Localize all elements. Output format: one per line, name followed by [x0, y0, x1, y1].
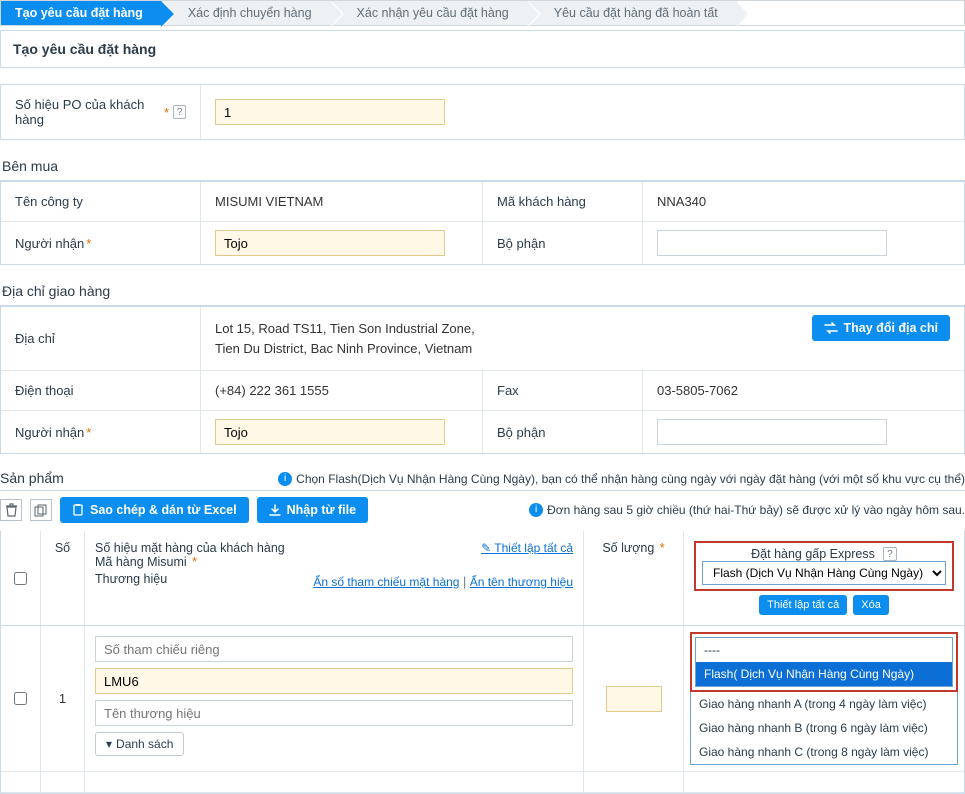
ship-department-input[interactable]: [657, 419, 887, 445]
customer-code-label: Mã khách hàng: [483, 182, 643, 221]
products-heading: Sản phẩm: [0, 470, 64, 486]
ship-department-label: Bộ phận: [483, 411, 643, 453]
buyer-heading: Bên mua: [0, 140, 965, 181]
express-option-a[interactable]: Giao hàng nhanh A (trong 4 ngày làm việc…: [691, 692, 957, 716]
set-all-reference-link[interactable]: ✎ Thiết lập tất cả: [481, 541, 573, 555]
select-all-checkbox[interactable]: [14, 572, 27, 585]
po-section: Số hiệu PO của khách hàng * ?: [0, 84, 965, 140]
po-label: Số hiệu PO của khách hàng * ?: [1, 85, 201, 139]
po-input[interactable]: [215, 99, 445, 125]
products-info-2: i Đơn hàng sau 5 giờ chiều (thứ hai-Thứ …: [529, 503, 965, 517]
hide-brand-link[interactable]: Ẩn tên thương hiệu: [470, 575, 573, 589]
express-option-flash[interactable]: Flash( Dịch Vụ Nhận Hàng Cùng Ngày): [696, 662, 952, 686]
step-define-shipping[interactable]: Xác định chuyển hàng: [162, 1, 331, 25]
copy-icon: [34, 504, 48, 517]
change-address-button[interactable]: Thay đổi địa chỉ: [812, 315, 950, 341]
required-marker: *: [164, 105, 169, 120]
products-info-1: i Chọn Flash(Dịch Vụ Nhận Hàng Cùng Ngày…: [278, 472, 965, 486]
hide-reference-link[interactable]: Ẩn số tham chiếu mặt hàng: [313, 575, 459, 589]
step-order-complete[interactable]: Yêu cầu đặt hàng đã hoàn tất: [528, 1, 737, 25]
info-icon: i: [278, 472, 292, 486]
brand-input[interactable]: [95, 700, 573, 726]
quantity-input[interactable]: [606, 686, 662, 712]
buyer-section: Tên công ty MISUMI VIETNAM Mã khách hàng…: [0, 181, 965, 265]
fax-label: Fax: [483, 371, 643, 410]
col-express-header: Đặt hàng gấp Express ? Flash (Dịch Vụ Nh…: [684, 531, 964, 625]
pencil-icon: ✎: [481, 541, 494, 555]
buyer-recipient-label: Người nhận *: [1, 222, 201, 264]
col-no-header: Số: [41, 531, 85, 625]
express-option-c[interactable]: Giao hàng nhanh C (trong 8 ngày làm việc…: [691, 740, 957, 764]
buyer-department-input[interactable]: [657, 230, 887, 256]
products-table: Số Số hiệu mặt hàng của khách hàng ✎ Thi…: [0, 531, 965, 794]
help-icon[interactable]: ?: [173, 105, 186, 119]
express-row-dropdown-open[interactable]: ---- Flash( Dịch Vụ Nhận Hàng Cùng Ngày): [695, 637, 953, 687]
buyer-department-label: Bộ phận: [483, 222, 643, 264]
swap-icon: [824, 322, 838, 334]
row-select-checkbox[interactable]: [14, 692, 27, 705]
customer-reference-input[interactable]: [95, 636, 573, 662]
brand-list-button[interactable]: ▾ Danh sách: [95, 732, 184, 756]
page-title: Tạo yêu cầu đặt hàng: [0, 30, 965, 68]
ship-recipient-label: Người nhận *: [1, 411, 201, 453]
company-label: Tên công ty: [1, 182, 201, 221]
misumi-part-input[interactable]: [95, 668, 573, 694]
shipping-heading: Địa chỉ giao hàng: [0, 265, 965, 306]
express-row-dropdown-rest[interactable]: Giao hàng nhanh A (trong 4 ngày làm việc…: [690, 692, 958, 765]
delete-row-button[interactable]: [0, 499, 22, 521]
ship-recipient-input[interactable]: [215, 419, 445, 445]
col-reference-header: Số hiệu mặt hàng của khách hàng ✎ Thiết …: [85, 531, 584, 625]
address-value: Lot 15, Road TS11, Tien Son Industrial Z…: [215, 315, 800, 362]
shipping-section: Địa chỉ Lot 15, Road TS11, Tien Son Indu…: [0, 306, 965, 454]
product-row-empty: [1, 772, 964, 793]
trash-icon: [5, 503, 18, 517]
import-file-button[interactable]: Nhập từ file: [257, 497, 368, 523]
paste-icon: [72, 504, 84, 516]
progress-stepper: Tạo yêu cầu đặt hàng Xác định chuyển hàn…: [0, 0, 965, 26]
step-confirm-order[interactable]: Xác nhận yêu cầu đặt hàng: [331, 1, 528, 25]
address-label: Địa chỉ: [1, 307, 201, 370]
copy-from-excel-button[interactable]: Sao chép & dán từ Excel: [60, 497, 249, 523]
company-value: MISUMI VIETNAM: [201, 182, 482, 221]
express-option-b[interactable]: Giao hàng nhanh B (trong 6 ngày làm việc…: [691, 716, 957, 740]
express-header-select[interactable]: Flash (Dịch Vụ Nhận Hàng Cùng Ngày): [702, 561, 946, 585]
products-header-row: Sản phẩm i Chọn Flash(Dịch Vụ Nhận Hàng …: [0, 454, 965, 491]
help-icon[interactable]: ?: [883, 547, 897, 561]
import-icon: [269, 504, 281, 516]
step-create-order[interactable]: Tạo yêu cầu đặt hàng: [1, 1, 162, 25]
stepper-fill: [737, 1, 964, 25]
buyer-recipient-input[interactable]: [215, 230, 445, 256]
info-icon: i: [529, 503, 543, 517]
fax-value: 03-5805-7062: [643, 371, 964, 410]
phone-label: Điện thoại: [1, 371, 201, 410]
phone-value: (+84) 222 361 1555: [201, 371, 482, 410]
row-number: 1: [41, 626, 85, 771]
product-row: 1 ▾ Danh sách ---- Flash( Dịch Vụ Nhận H…: [1, 626, 964, 772]
col-qty-header: Số lượng *: [584, 531, 684, 625]
express-option-none[interactable]: ----: [696, 638, 952, 662]
copy-row-button[interactable]: [30, 499, 52, 521]
chevron-down-icon: ▾: [106, 737, 112, 751]
customer-code-value: NNA340: [643, 182, 964, 221]
express-clear-button[interactable]: Xóa: [853, 595, 889, 615]
products-toolbar: Sao chép & dán từ Excel Nhập từ file: [0, 497, 368, 523]
express-set-all-button[interactable]: Thiết lập tất cả: [759, 595, 847, 615]
